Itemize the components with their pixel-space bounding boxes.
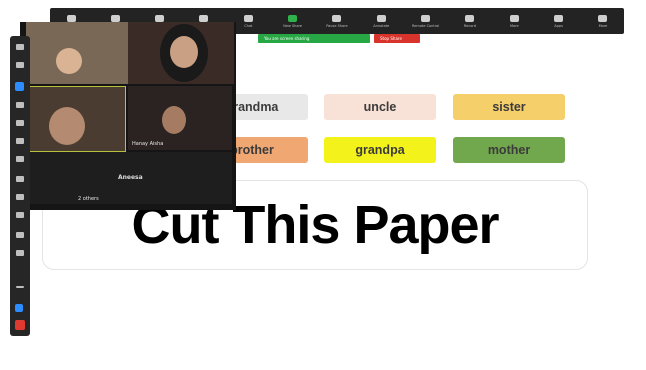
video-tile-5[interactable]: Aneesa 2 others — [26, 152, 232, 204]
annotation-toolbar — [10, 36, 30, 336]
new-share-button[interactable]: New Share — [278, 14, 308, 28]
participant-face — [170, 36, 198, 68]
more-menu-button[interactable]: More — [588, 14, 618, 28]
more-button[interactable]: More — [499, 14, 529, 28]
word-card-sister: sister — [453, 94, 565, 120]
more-menu-label: More — [598, 23, 608, 28]
participant-face — [162, 106, 186, 134]
camera-icon — [110, 14, 120, 22]
share-status-bar: You are screen sharing Stop Share — [258, 34, 420, 43]
video-tile-3[interactable] — [26, 86, 126, 152]
microphone-icon — [66, 14, 76, 22]
record-label: Record — [463, 23, 476, 28]
word-card-grandpa: grandpa — [324, 137, 436, 163]
divider-line-icon — [16, 286, 24, 288]
pause-share-label: Pause Share — [326, 23, 348, 28]
chat-label: Chat — [244, 23, 253, 28]
video-tile-1[interactable] — [26, 22, 128, 84]
more-icon — [509, 14, 519, 22]
undo-icon[interactable] — [16, 194, 24, 200]
video-tile-2[interactable] — [128, 22, 234, 84]
apps-button[interactable]: Apps — [544, 14, 574, 28]
annotate-label: Annotate — [373, 23, 390, 28]
annotate-button[interactable]: Annotate — [366, 14, 396, 28]
new-share-label: New Share — [283, 23, 303, 28]
ellipsis-icon — [598, 14, 608, 22]
remote-control-icon — [421, 14, 431, 22]
close-annotate-icon[interactable] — [15, 320, 25, 330]
screen-sharing-indicator[interactable]: You are screen sharing — [258, 34, 370, 43]
pause-share-button[interactable]: Pause Share — [322, 14, 352, 28]
apps-icon — [554, 14, 564, 22]
pause-icon — [332, 14, 342, 22]
apps-label: Apps — [554, 23, 563, 28]
video-gallery[interactable]: Hanay Aisha Aneesa 2 others — [20, 22, 236, 210]
participant-face — [56, 48, 82, 74]
chat-icon — [243, 14, 253, 22]
spotlight-icon[interactable] — [16, 138, 24, 144]
share-screen-icon — [288, 14, 298, 22]
eraser-icon[interactable] — [16, 156, 24, 162]
clear-icon[interactable] — [16, 232, 24, 238]
draw-icon[interactable] — [16, 102, 24, 108]
video-tile-4[interactable]: Hanay Aisha — [128, 86, 232, 150]
remote-control-label: Remote Control — [411, 23, 440, 28]
remote-control-button[interactable]: Remote Control — [411, 14, 441, 28]
save-icon[interactable] — [16, 250, 24, 256]
select-icon[interactable] — [16, 62, 24, 68]
text-icon[interactable] — [15, 82, 24, 91]
participant-name: Aneesa — [118, 174, 143, 181]
stamp-icon[interactable] — [16, 120, 24, 126]
chat-button[interactable]: Chat — [233, 14, 263, 28]
people-icon — [199, 14, 209, 22]
stop-share-button[interactable]: Stop Share — [374, 34, 420, 43]
redo-icon[interactable] — [16, 212, 24, 218]
annotate-icon — [376, 14, 386, 22]
participant-name: Hanay Aisha — [132, 141, 164, 147]
record-icon — [465, 14, 475, 22]
mouse-icon[interactable] — [16, 44, 24, 50]
record-button[interactable]: Record — [455, 14, 485, 28]
pen-icon[interactable] — [15, 304, 23, 312]
others-count: 2 others — [78, 196, 99, 202]
more-label: More — [509, 23, 519, 28]
format-icon[interactable] — [16, 176, 24, 182]
word-card-mother: mother — [453, 137, 565, 163]
shield-icon — [155, 14, 165, 22]
participant-face — [49, 107, 85, 145]
word-card-uncle: uncle — [324, 94, 436, 120]
